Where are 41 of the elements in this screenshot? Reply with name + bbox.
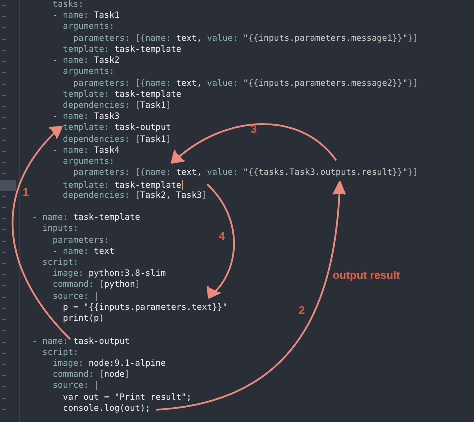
code-line: - name: Task3 xyxy=(52,112,120,124)
code-line: arguments: xyxy=(63,22,115,34)
code-line: dependencies: [Task1] xyxy=(63,134,172,146)
code-line: p = "{{inputs.parameters.text}}" xyxy=(63,302,228,314)
code-line: console.log(out); xyxy=(63,404,151,416)
code-line: dependencies: [Task2, Task3] xyxy=(63,190,208,202)
step-number: 1 xyxy=(23,187,30,199)
code-line: var out = "Print result"; xyxy=(63,392,192,404)
code-line: dependencies: [Task1] xyxy=(63,100,172,112)
code-line: - name: task-template xyxy=(32,213,140,224)
code-line: script: xyxy=(42,348,79,359)
annotation-label: output result xyxy=(333,270,400,282)
code-line: template: task-template xyxy=(63,180,184,191)
step-number: 3 xyxy=(251,124,258,136)
code-line: parameters: xyxy=(52,236,110,247)
code-line: print(p) xyxy=(63,314,104,326)
code-line: template: task-output xyxy=(63,123,172,135)
step-number: 4 xyxy=(219,231,226,243)
code-line: arguments: xyxy=(63,157,115,168)
code-line: image: node:9.1-alpine xyxy=(52,359,166,370)
text-cursor xyxy=(182,180,184,190)
code-line: command: [node] xyxy=(52,370,130,382)
code-line: - name: Task4 xyxy=(52,146,120,158)
code-line: parameters: [{name: text, value: "{{inputs.parameters.message2}}"}] xyxy=(73,78,418,90)
code-line: template: task-template xyxy=(63,44,182,56)
code-line: - name: Task1 xyxy=(52,11,120,22)
code-line: tasks: xyxy=(52,0,84,12)
code-line: - name: task-output xyxy=(32,336,130,348)
code-line: parameters: [{name: text, value: "{{tasks.Task3.outputs.result}}"}] xyxy=(73,168,418,180)
code-line: command: [python] xyxy=(52,280,140,292)
code-line: template: task-template xyxy=(63,90,182,101)
code-line: script: xyxy=(42,258,79,270)
code-line: source: | xyxy=(52,381,100,393)
code-line: inputs: xyxy=(42,224,79,236)
code-line: parameters: [{name: text, value: "{{inputs.parameters.message1}}"}] xyxy=(73,34,418,45)
code-line: source: | xyxy=(52,292,100,303)
step-number: 2 xyxy=(299,305,306,317)
code-line: arguments: xyxy=(63,67,115,79)
code-line: - name: text xyxy=(52,246,115,258)
code-line: - name: Task2 xyxy=(52,56,120,68)
code-line: image: python:3.8-slim xyxy=(52,269,166,280)
